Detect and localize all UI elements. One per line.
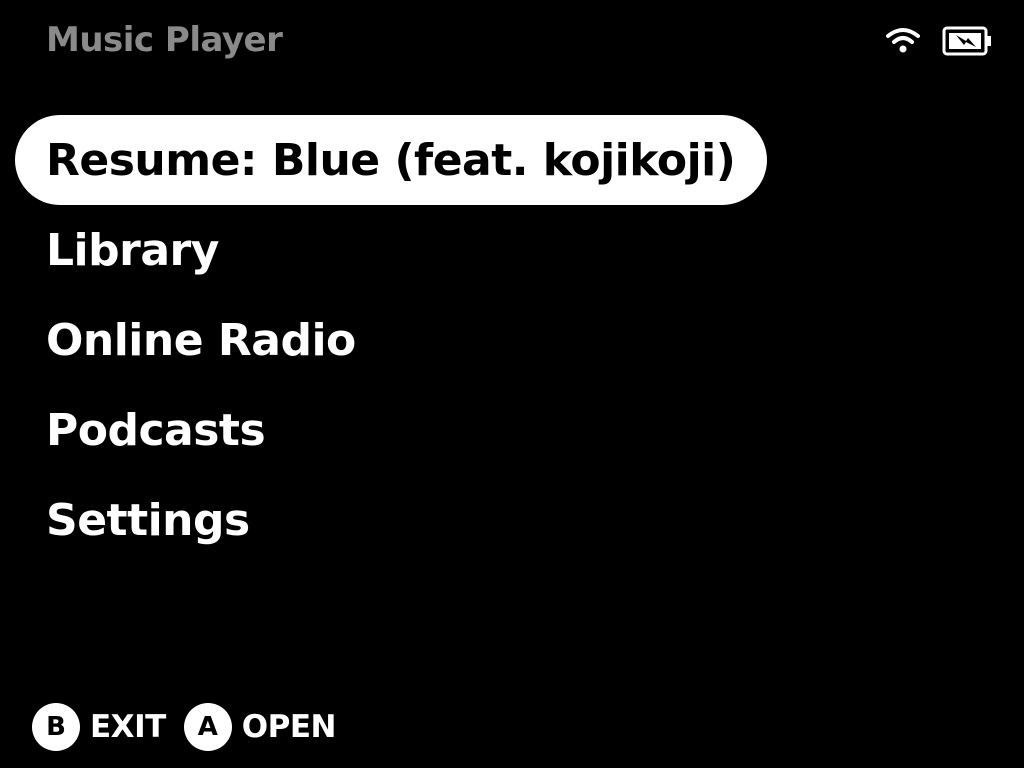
battery-charging-icon bbox=[942, 26, 992, 60]
open-label: OPEN bbox=[241, 709, 337, 745]
menu-item-podcasts[interactable]: Podcasts bbox=[15, 385, 767, 475]
wifi-icon bbox=[886, 27, 920, 59]
menu-item-resume[interactable]: Resume: Blue (feat. kojikoji) bbox=[15, 115, 768, 205]
b-button-icon: B bbox=[32, 703, 80, 751]
exit-label: EXIT bbox=[90, 709, 166, 745]
menu-item-online-radio[interactable]: Online Radio bbox=[15, 295, 767, 385]
button-hints: B EXIT A OPEN bbox=[32, 702, 354, 752]
exit-hint[interactable]: B EXIT bbox=[32, 703, 166, 751]
menu-item-settings[interactable]: Settings bbox=[15, 475, 767, 565]
status-bar bbox=[886, 26, 992, 60]
app-title: Music Player bbox=[46, 20, 283, 60]
open-hint[interactable]: A OPEN bbox=[183, 703, 337, 751]
a-button-icon: A bbox=[183, 703, 232, 751]
music-player-screen: Music Player Resume: Blue (feat. kojikoj… bbox=[0, 0, 1024, 768]
main-menu: Resume: Blue (feat. kojikoji) Library On… bbox=[15, 115, 768, 565]
menu-item-library[interactable]: Library bbox=[15, 205, 767, 295]
